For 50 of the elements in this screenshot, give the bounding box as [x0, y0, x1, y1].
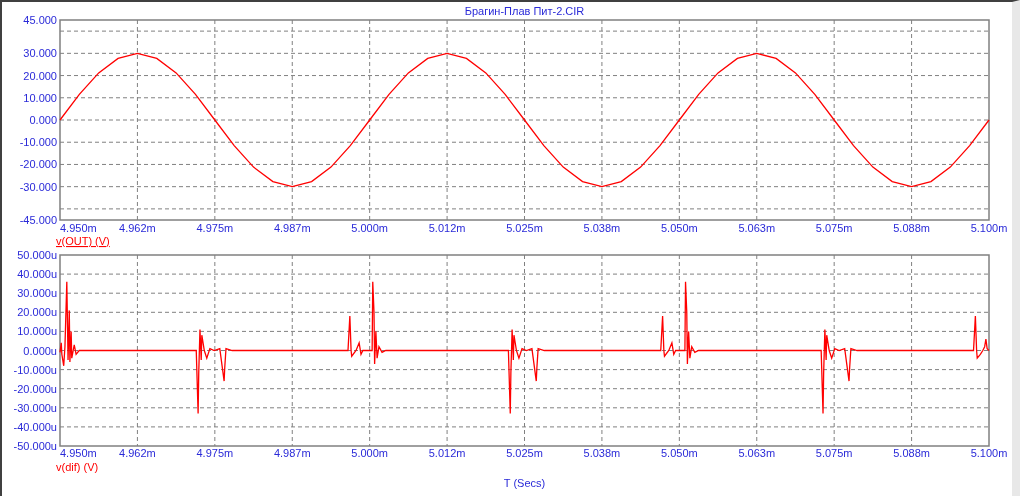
axis-tick-label: 20.000 [23, 69, 57, 82]
axis-tick-label: 5.038m [583, 222, 621, 234]
axis-tick-label: 0.000 [29, 114, 57, 126]
axis-tick-label: 50.000u [17, 249, 57, 261]
axis-tick-label: 5.075m [815, 222, 853, 234]
axis-tick-label: 5.012m [428, 447, 466, 459]
axis-tick-label: 5.063m [738, 447, 776, 459]
chart-title: Брагин-Плав Пит-2.CIR [464, 5, 585, 17]
axis-tick-label: -20.000u [13, 382, 57, 395]
axis-tick-label: 5.088m [893, 447, 930, 459]
axis-tick-label: 5.038m [583, 447, 621, 459]
axis-tick-label: 5.100m [970, 222, 1008, 234]
axis-label: T (Secs) [503, 477, 546, 489]
axis-tick-label: -50.000u [13, 440, 57, 452]
axis-tick-label: 4.950m [60, 447, 97, 459]
axis-tick-label: 5.100m [970, 447, 1008, 459]
axis-tick-label: 4.987m [273, 447, 311, 459]
axis-tick-label: 30.000 [23, 47, 57, 60]
axis-tick-label: -10.000u [13, 363, 57, 376]
axis-tick-label: 5.088m [893, 222, 930, 234]
axis-tick-label: 5.012m [428, 222, 466, 234]
axis-tick-label: -30.000 [19, 180, 57, 193]
axis-tick-label: 4.962m [119, 447, 156, 459]
axis-tick-label: -30.000u [13, 401, 57, 414]
axis-tick-label: 40.000u [17, 268, 57, 281]
axis-tick-label: 4.950m [60, 222, 97, 234]
axis-tick-label: 0.000u [23, 344, 57, 357]
series-label[interactable]: v(dif) (V) [56, 461, 99, 473]
axis-tick-label: -45.000 [19, 214, 57, 226]
axis-tick-label: 4.962m [119, 222, 156, 234]
axis-tick-label: 5.000m [351, 447, 388, 459]
axis-tick-label: -20.000 [19, 158, 57, 171]
axis-tick-label: 5.000m [351, 222, 388, 234]
axis-tick-label: 5.050m [661, 222, 698, 234]
axis-tick-label: 45.000 [23, 14, 57, 26]
axis-tick-label: 4.975m [196, 447, 234, 459]
axis-tick-label: 5.025m [506, 447, 543, 459]
axis-tick-label: 5.025m [506, 222, 543, 234]
axis-tick-label: 5.050m [661, 447, 698, 459]
axis-tick-label: 10.000u [17, 325, 57, 338]
axis-tick-label: 5.075m [815, 447, 853, 459]
series-label[interactable]: v(OUT) (V) [56, 235, 110, 247]
axis-tick-label: -10.000 [19, 136, 57, 149]
axis-tick-label: -40.000u [13, 420, 57, 433]
axis-tick-label: 30.000u [17, 287, 57, 300]
axis-tick-label: 4.975m [196, 222, 234, 234]
axis-tick-label: 5.063m [738, 222, 776, 234]
axis-tick-label: 4.987m [273, 222, 311, 234]
axis-tick-label: 10.000 [23, 91, 57, 104]
axis-tick-label: 20.000u [17, 306, 57, 319]
